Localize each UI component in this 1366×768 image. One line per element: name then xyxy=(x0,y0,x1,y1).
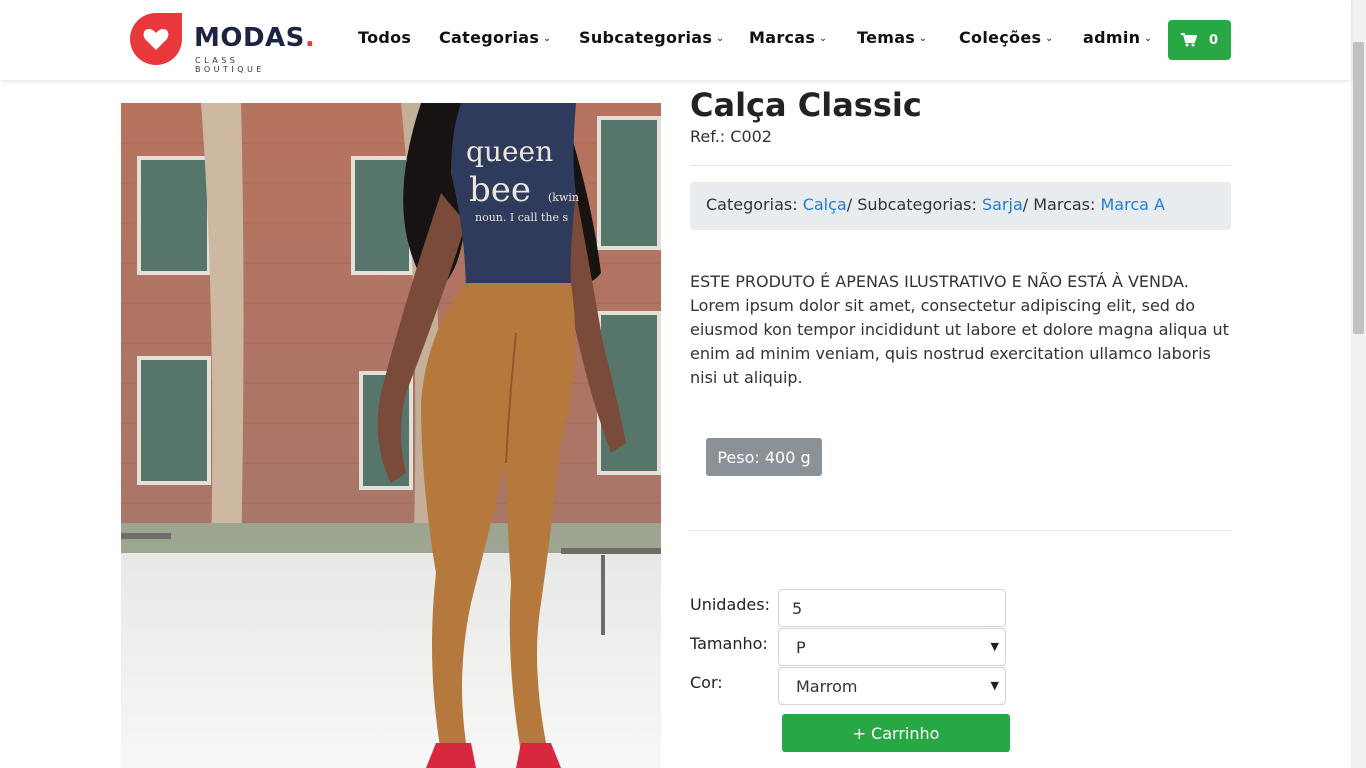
product-image[interactable]: queen bee (kwin noun. I call the s xyxy=(121,103,661,768)
page-scrollbar[interactable] xyxy=(1351,0,1366,768)
color-value: Marrom xyxy=(796,676,858,696)
chevron-down-icon: ▼ xyxy=(990,679,999,692)
brand-name: MODAS. xyxy=(194,23,316,53)
subcategory-link[interactable]: Sarja xyxy=(982,195,1023,214)
units-input[interactable]: 5 xyxy=(778,589,1006,627)
nav-subcategorias[interactable]: Subcategorias ⌄ xyxy=(579,28,724,47)
nav-marcas[interactable]: Marcas ⌄ xyxy=(749,28,827,47)
product-title: Calça Classic xyxy=(690,86,922,124)
cart-count: 0 xyxy=(1208,32,1219,48)
units-value: 5 xyxy=(792,598,803,618)
shirt-text-noun: noun. I call the s xyxy=(475,211,568,224)
brand-link[interactable]: Marca A xyxy=(1100,195,1164,214)
categories-label: Categorias: xyxy=(706,195,803,214)
shopping-cart-icon xyxy=(1180,33,1197,47)
site-header: MODAS. CLASS BOUTIQUE Todos Categorias ⌄ … xyxy=(0,0,1351,80)
product-taxonomy-breadcrumb: Categorias: Calça/ Subcategorias: Sarja/… xyxy=(690,182,1231,230)
heart-icon xyxy=(130,13,182,65)
chevron-down-icon: ⌄ xyxy=(919,33,927,44)
nav-temas[interactable]: Temas ⌄ xyxy=(857,28,927,47)
product-ref: Ref.: C002 xyxy=(690,127,772,146)
divider xyxy=(690,530,1231,531)
nav-todos[interactable]: Todos xyxy=(358,28,411,47)
add-to-cart-button[interactable]: + Carrinho xyxy=(782,714,1010,752)
product-photo-illustration: queen bee (kwin noun. I call the s xyxy=(121,103,661,768)
cart-button[interactable]: 0 xyxy=(1168,20,1231,60)
subcategories-label: / Subcategorias: xyxy=(846,195,982,214)
brand-tagline: CLASS BOUTIQUE xyxy=(195,56,265,74)
chevron-down-icon: ⌄ xyxy=(1045,33,1054,44)
weight-badge: Peso: 400 g xyxy=(706,438,822,476)
product-description: ESTE PRODUTO É APENAS ILUSTRATIVO E NÃO … xyxy=(690,272,1229,387)
chevron-down-icon: ▼ xyxy=(990,640,999,653)
nav-admin[interactable]: admin ⌄ xyxy=(1083,28,1152,47)
brands-label: / Marcas: xyxy=(1022,195,1101,214)
size-select[interactable]: P ▼ xyxy=(778,628,1006,666)
size-label: Tamanho: xyxy=(690,634,768,653)
size-value: P xyxy=(796,637,806,657)
units-label: Unidades: xyxy=(690,595,770,614)
shirt-text-queen: queen xyxy=(466,135,553,168)
chevron-down-icon: ⌄ xyxy=(819,33,828,44)
color-select[interactable]: Marrom ▼ xyxy=(778,667,1006,705)
shirt-text-bee: bee xyxy=(469,170,531,210)
chevron-down-icon: ⌄ xyxy=(716,33,725,44)
scrollbar-thumb[interactable] xyxy=(1353,42,1364,334)
nav-colecoes[interactable]: Coleções ⌄ xyxy=(959,28,1053,47)
brand-logo[interactable]: MODAS. CLASS BOUTIQUE xyxy=(130,13,315,74)
shirt-text-kwin: (kwin xyxy=(548,191,579,204)
nav-categorias[interactable]: Categorias ⌄ xyxy=(439,28,551,47)
chevron-down-icon: ⌄ xyxy=(543,33,552,44)
color-label: Cor: xyxy=(690,673,723,692)
chevron-down-icon: ⌄ xyxy=(1144,33,1153,44)
divider xyxy=(690,165,1231,166)
category-link[interactable]: Calça xyxy=(803,195,847,214)
